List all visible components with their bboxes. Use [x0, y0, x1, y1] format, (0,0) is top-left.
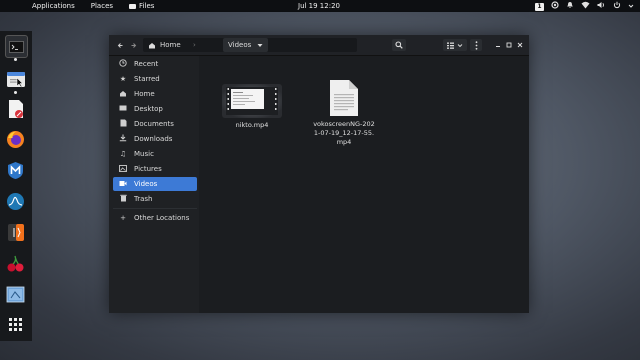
sidebar-item-trash[interactable]: Trash: [113, 192, 197, 206]
sidebar-item-label: Desktop: [134, 105, 163, 113]
volume-icon[interactable]: [597, 1, 606, 12]
back-button[interactable]: [115, 39, 126, 51]
breadcrumb-home-label: Home: [160, 41, 181, 49]
minimize-button[interactable]: [493, 39, 502, 51]
sidebar-item-label: Pictures: [134, 165, 162, 173]
star-icon: ★: [119, 75, 127, 83]
sidebar-item-label: Starred: [134, 75, 160, 83]
arrow-right-icon: [131, 42, 137, 48]
app-grid-icon[interactable]: [5, 314, 26, 335]
clock[interactable]: Jul 19 12:20: [298, 2, 340, 10]
plus-icon: +: [120, 214, 126, 222]
home-icon: [149, 42, 155, 48]
videos-icon: [118, 180, 128, 189]
breadcrumb-current-label: Videos: [228, 41, 252, 49]
terminal-icon[interactable]: [5, 35, 28, 58]
sidebar-item-starred[interactable]: ★ Starred: [113, 72, 197, 86]
breadcrumb-current[interactable]: Videos: [223, 38, 269, 52]
running-indicator: [14, 91, 17, 94]
maximize-icon: [506, 42, 511, 48]
sidebar-item-videos[interactable]: Videos: [113, 177, 197, 191]
document-file-icon: [330, 80, 358, 116]
dock: [0, 31, 32, 341]
wifi-icon[interactable]: [581, 1, 590, 12]
places-menu[interactable]: Places: [83, 2, 121, 10]
sidebar-item-documents[interactable]: Documents: [113, 117, 197, 131]
sidebar-item-label: Home: [134, 90, 155, 98]
search-icon: [395, 41, 403, 49]
file-name: nikto.mp4: [235, 121, 269, 129]
pictures-icon: [118, 164, 128, 174]
desktop-icon: [118, 105, 128, 114]
header-bar: Home › Videos: [109, 35, 529, 56]
path-bar: Home › Videos: [143, 38, 357, 52]
video-thumbnail-icon: [222, 84, 282, 118]
sidebar-item-music[interactable]: ♫ Music: [113, 147, 197, 161]
sidebar-item-label: Trash: [134, 195, 153, 203]
sidebar-item-downloads[interactable]: Downloads: [113, 132, 197, 146]
sidebar-item-label: Documents: [134, 120, 174, 128]
power-icon[interactable]: [613, 1, 621, 12]
running-indicator: [14, 58, 17, 61]
maximize-button[interactable]: [504, 39, 513, 51]
home-icon: [118, 90, 128, 99]
breadcrumb-home[interactable]: Home: [146, 38, 181, 52]
screen-record-icon[interactable]: [551, 1, 559, 12]
sidebar-item-pictures[interactable]: Pictures: [113, 162, 197, 176]
file-view: nikto.mp4 vokoscreenNG-2021-07-19_12-17-…: [200, 56, 529, 313]
downloads-icon: [118, 134, 128, 144]
cherrytree-icon[interactable]: [5, 253, 26, 274]
arrow-left-icon: [117, 42, 123, 48]
file-item-video[interactable]: nikto.mp4: [217, 84, 287, 130]
breadcrumb-separator: ›: [193, 41, 196, 49]
file-manager-icon[interactable]: [5, 68, 26, 89]
sidebar-item-label: Music: [134, 150, 154, 158]
files-app-icon: [129, 3, 137, 9]
kebab-menu-icon: [475, 40, 477, 50]
sidebar-item-label: Videos: [134, 180, 158, 188]
bell-icon[interactable]: [566, 1, 574, 12]
music-icon: ♫: [119, 150, 127, 158]
sidebar-item-recent[interactable]: Recent: [113, 57, 197, 71]
burpsuite-icon[interactable]: [5, 222, 26, 243]
workspace-indicator[interactable]: 1: [535, 2, 544, 11]
file-item-document[interactable]: vokoscreenNG-2021-07-19_12-17-55.mp4: [309, 79, 379, 147]
sidebar-separator: [113, 208, 197, 209]
text-editor-icon[interactable]: [5, 98, 26, 119]
list-view-icon: [447, 42, 463, 49]
view-options-button[interactable]: [443, 39, 467, 51]
chevron-down-icon[interactable]: [628, 2, 634, 12]
sidebar-item-label: Downloads: [134, 135, 173, 143]
file-manager-window: Home › Videos Recent ★ Starred Home Desk…: [109, 35, 529, 313]
forward-button[interactable]: [128, 39, 139, 51]
menu-button[interactable]: [470, 39, 482, 51]
file-name: vokoscreenNG-2021-07-19_12-17-55.mp4: [313, 120, 375, 146]
top-bar: Applications Places Files Jul 19 12:20 1: [0, 0, 640, 12]
applications-menu[interactable]: Applications: [0, 2, 83, 10]
sidebar-item-other-locations[interactable]: + Other Locations: [113, 211, 197, 225]
screenshot-icon[interactable]: [5, 284, 26, 305]
minimize-icon: [495, 46, 500, 47]
dropdown-arrow-icon: [257, 43, 263, 47]
close-icon: [517, 42, 522, 48]
sidebar: Recent ★ Starred Home Desktop Documents …: [109, 56, 199, 313]
documents-icon: [118, 119, 128, 129]
files-menu-label: Files: [139, 2, 155, 10]
sidebar-item-home[interactable]: Home: [113, 87, 197, 101]
sidebar-item-label: Other Locations: [134, 214, 190, 222]
trash-icon: [118, 194, 128, 204]
sidebar-item-desktop[interactable]: Desktop: [113, 102, 197, 116]
files-menu[interactable]: Files: [121, 2, 162, 10]
sidebar-item-label: Recent: [134, 60, 159, 68]
firefox-icon[interactable]: [5, 129, 26, 150]
wireshark-icon[interactable]: [5, 191, 26, 212]
close-button[interactable]: [515, 39, 524, 51]
clock-icon: [118, 59, 128, 69]
search-button[interactable]: [392, 39, 406, 51]
system-tray: 1: [535, 1, 634, 12]
metasploit-icon[interactable]: [5, 160, 26, 181]
